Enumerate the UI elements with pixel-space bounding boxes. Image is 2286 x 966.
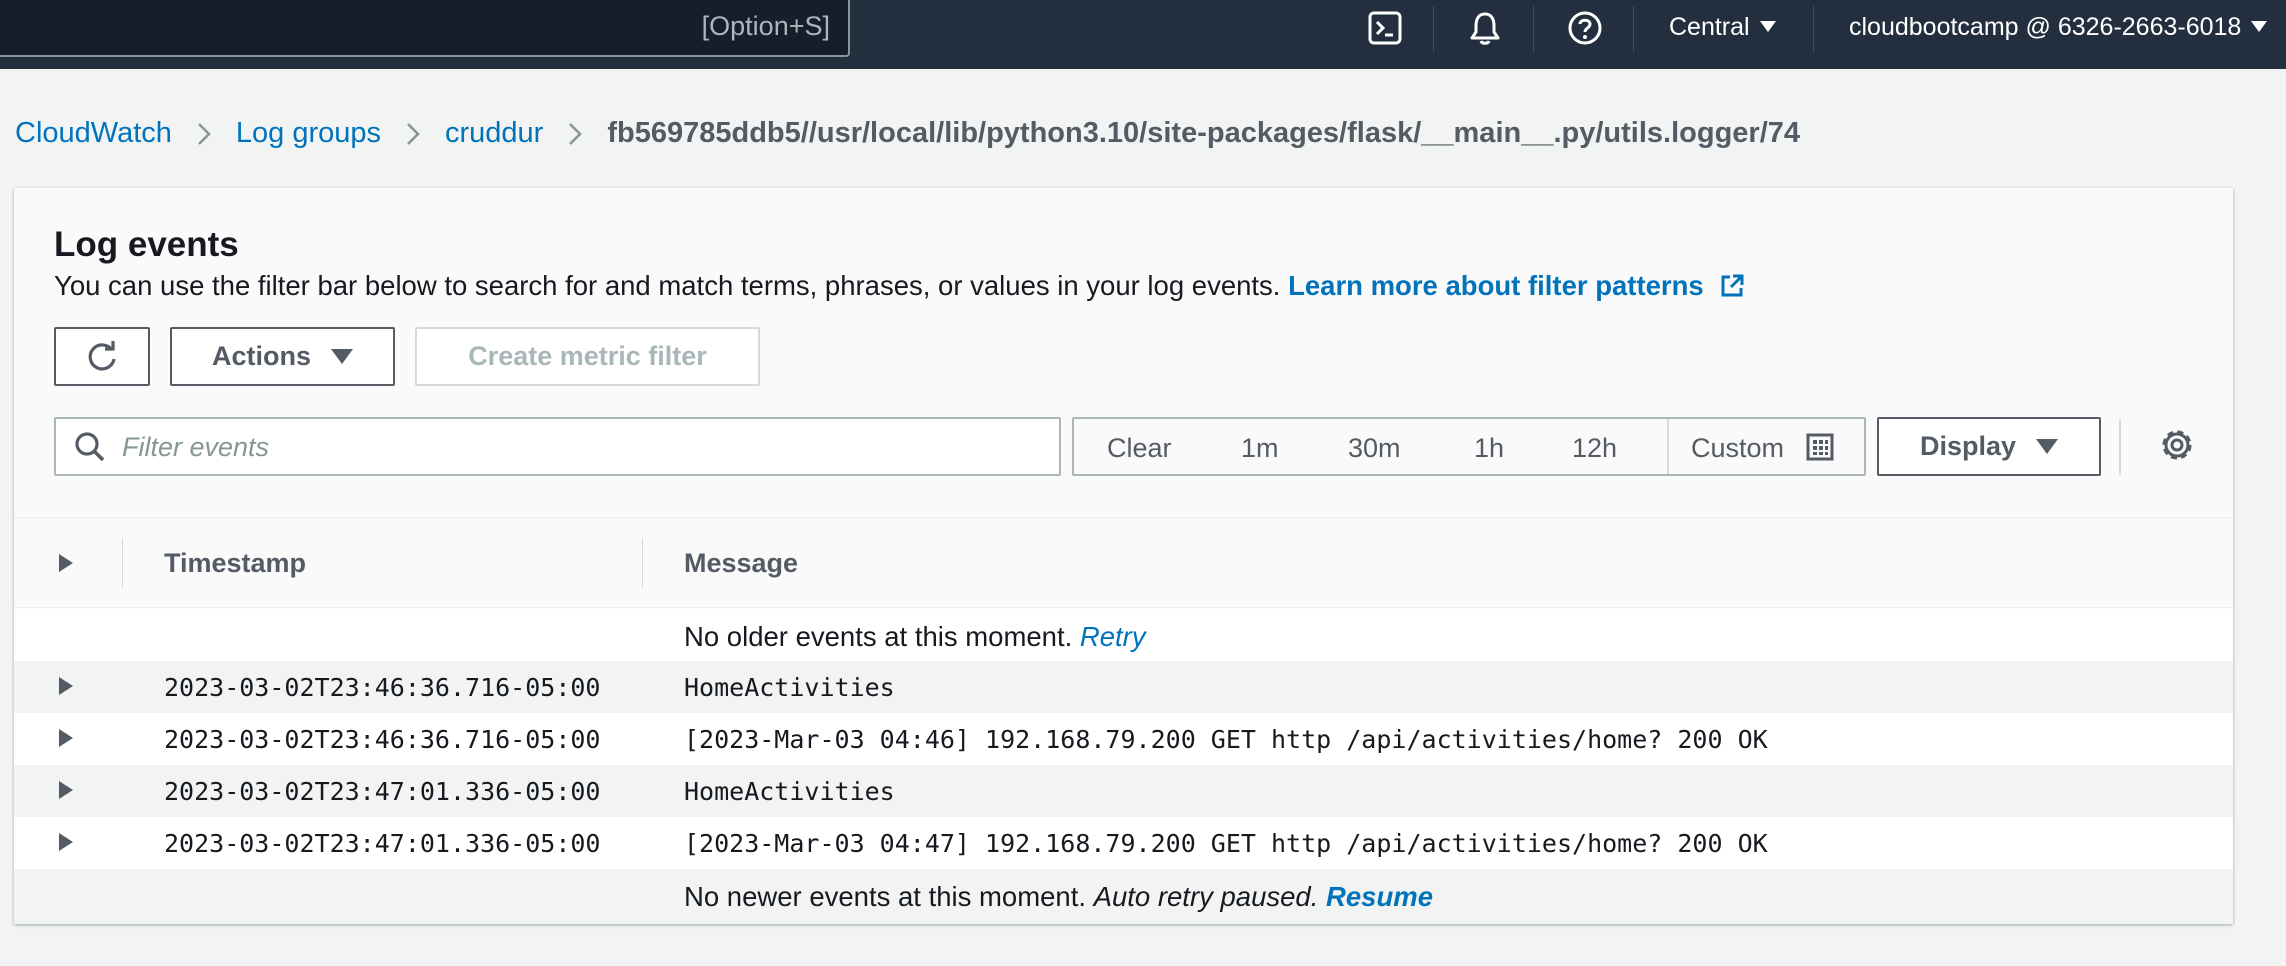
table-row[interactable]: 2023-03-02T23:46:36.716-05:00 [2023-Mar-… bbox=[14, 713, 2233, 765]
calendar-icon bbox=[1806, 433, 1834, 461]
actions-label: Actions bbox=[211, 341, 311, 371]
search-shortcut-hint: [Option+S] bbox=[701, 11, 830, 41]
region-label: Central bbox=[1669, 13, 1750, 41]
log-table-header: Timestamp Message bbox=[14, 517, 2233, 608]
chevron-right-icon bbox=[172, 122, 236, 146]
older-events-message: No older events at this moment. Retry bbox=[684, 621, 1146, 653]
breadcrumb: CloudWatch Log groups cruddur fb569785dd… bbox=[15, 117, 1800, 150]
time-range-selector: Clear 1m 30m 1h 12h Custom bbox=[1072, 417, 1866, 476]
row-message: [2023-Mar-03 04:47] 192.168.79.200 GET h… bbox=[684, 829, 1768, 858]
expand-row-icon[interactable] bbox=[59, 729, 73, 747]
row-timestamp: 2023-03-02T23:47:01.336-05:00 bbox=[164, 777, 601, 806]
row-timestamp: 2023-03-02T23:46:36.716-05:00 bbox=[164, 673, 601, 702]
time-range-30m[interactable]: 30m bbox=[1348, 433, 1401, 464]
learn-more-label: Learn more about filter patterns bbox=[1288, 270, 1704, 301]
account-menu[interactable]: cloudbootcamp @ 6326-2663-6018 bbox=[1849, 13, 2268, 42]
chevron-right-icon bbox=[543, 122, 607, 146]
column-header-timestamp[interactable]: Timestamp bbox=[164, 548, 306, 579]
breadcrumb-cruddur[interactable]: cruddur bbox=[445, 117, 543, 150]
nav-divider bbox=[1813, 6, 1814, 52]
cloudshell-icon[interactable] bbox=[1365, 8, 1405, 48]
older-events-text: No older events at this moment. bbox=[684, 621, 1080, 652]
actions-button[interactable]: Actions bbox=[170, 327, 395, 386]
panel-description: You can use the filter bar below to sear… bbox=[54, 270, 1745, 302]
retry-link[interactable]: Retry bbox=[1080, 621, 1146, 652]
breadcrumb-current-log-stream: fb569785ddb5//usr/local/lib/python3.10/s… bbox=[607, 117, 1801, 149]
table-row[interactable]: 2023-03-02T23:47:01.336-05:00 HomeActivi… bbox=[14, 765, 2233, 817]
time-range-1m[interactable]: 1m bbox=[1241, 433, 1279, 464]
resume-link[interactable]: Resume bbox=[1326, 881, 1433, 912]
table-row[interactable]: 2023-03-02T23:47:01.336-05:00 [2023-Mar-… bbox=[14, 817, 2233, 869]
chevron-down-icon bbox=[2036, 439, 2059, 454]
chevron-down-icon bbox=[1759, 21, 1776, 32]
global-search-input[interactable]: [Option+S] bbox=[0, 0, 850, 57]
chevron-down-icon bbox=[2251, 21, 2268, 32]
chevron-down-icon bbox=[331, 349, 353, 364]
filter-events-input[interactable] bbox=[122, 421, 1042, 473]
expand-all-icon[interactable] bbox=[59, 554, 73, 572]
learn-more-link[interactable]: Learn more about filter patterns bbox=[1288, 270, 1745, 301]
breadcrumb-cloudwatch[interactable]: CloudWatch bbox=[15, 117, 172, 150]
row-message: [2023-Mar-03 04:46] 192.168.79.200 GET h… bbox=[684, 725, 1768, 754]
chevron-right-icon bbox=[381, 122, 445, 146]
expand-row-icon[interactable] bbox=[59, 677, 73, 695]
time-range-1h[interactable]: 1h bbox=[1474, 433, 1504, 464]
table-row[interactable]: 2023-03-02T23:46:36.716-05:00 HomeActivi… bbox=[14, 661, 2233, 713]
top-navigation-bar: [Option+S] Central cloudbootcamp @ 6326-… bbox=[0, 0, 2286, 69]
refresh-icon bbox=[88, 340, 116, 370]
search-icon bbox=[75, 432, 105, 462]
newer-events-row: No newer events at this moment. Auto ret… bbox=[14, 869, 2233, 924]
create-metric-filter-button[interactable]: Create metric filter bbox=[415, 327, 760, 386]
expand-row-icon[interactable] bbox=[59, 833, 73, 851]
region-selector[interactable]: Central bbox=[1669, 13, 1776, 42]
time-range-custom[interactable]: Custom bbox=[1691, 433, 1834, 464]
row-message: HomeActivities bbox=[684, 673, 895, 702]
column-divider bbox=[642, 538, 643, 588]
create-metric-filter-label: Create metric filter bbox=[468, 341, 707, 371]
panel-description-text: You can use the filter bar below to sear… bbox=[54, 270, 1289, 301]
help-icon[interactable] bbox=[1565, 8, 1605, 48]
newer-events-message: No newer events at this moment. Auto ret… bbox=[684, 881, 1433, 913]
column-divider bbox=[122, 538, 123, 588]
bell-icon[interactable] bbox=[1465, 8, 1505, 48]
newer-events-text: No newer events at this moment. bbox=[684, 881, 1094, 912]
nav-divider bbox=[1433, 6, 1434, 52]
filter-events-field[interactable] bbox=[54, 417, 1061, 476]
toolbar-divider bbox=[2119, 419, 2121, 475]
row-timestamp: 2023-03-02T23:46:36.716-05:00 bbox=[164, 725, 601, 754]
time-range-12h[interactable]: 12h bbox=[1572, 433, 1617, 464]
time-range-clear[interactable]: Clear bbox=[1107, 433, 1172, 464]
gear-icon[interactable] bbox=[2157, 425, 2197, 465]
auto-retry-paused-text: Auto retry paused. bbox=[1093, 881, 1319, 912]
expand-row-icon[interactable] bbox=[59, 781, 73, 799]
custom-label: Custom bbox=[1691, 433, 1785, 463]
display-label: Display bbox=[1919, 431, 2017, 461]
display-button[interactable]: Display bbox=[1877, 417, 2101, 476]
row-message: HomeActivities bbox=[684, 777, 895, 806]
older-events-row: No older events at this moment. Retry bbox=[14, 609, 2233, 661]
row-timestamp: 2023-03-02T23:47:01.336-05:00 bbox=[164, 829, 601, 858]
log-events-panel: Log events You can use the filter bar be… bbox=[14, 188, 2233, 924]
segment-divider bbox=[1667, 419, 1669, 474]
column-header-message[interactable]: Message bbox=[684, 548, 798, 579]
refresh-button[interactable] bbox=[54, 327, 150, 386]
nav-divider bbox=[1533, 6, 1534, 52]
panel-title: Log events bbox=[54, 225, 239, 264]
external-link-icon bbox=[1721, 274, 1744, 297]
account-label: cloudbootcamp @ 6326-2663-6018 bbox=[1849, 13, 2242, 41]
nav-divider bbox=[1633, 6, 1634, 52]
breadcrumb-log-groups[interactable]: Log groups bbox=[236, 117, 381, 150]
